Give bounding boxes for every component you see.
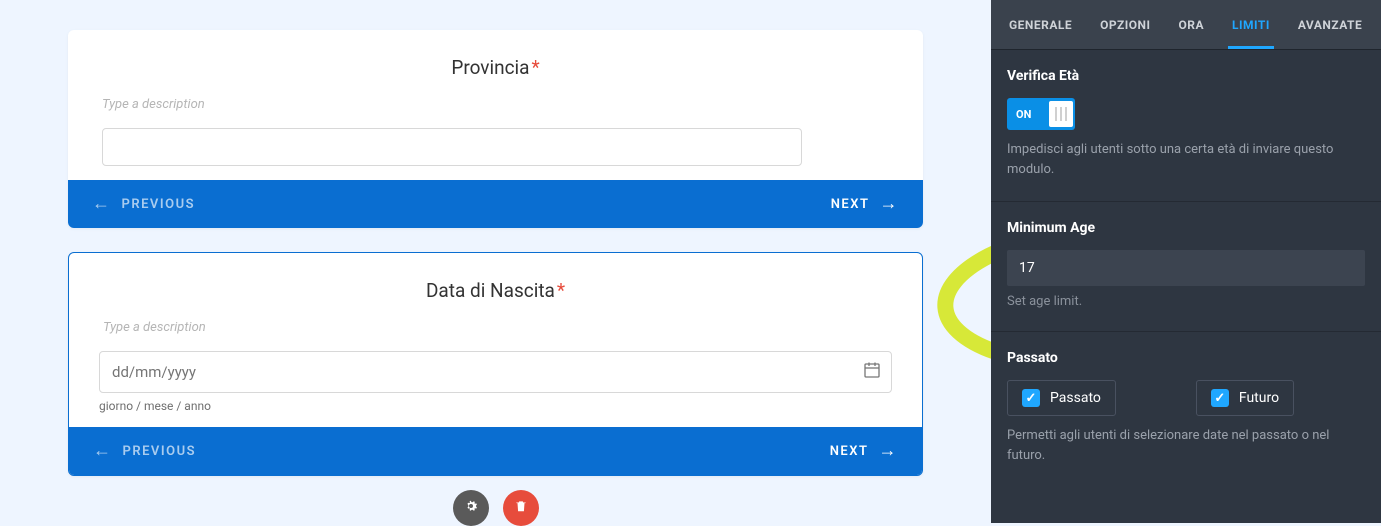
section-passato: Passato ✓ Passato ✓ Futuro Permetti agli… bbox=[991, 332, 1381, 487]
delete-button[interactable] bbox=[503, 490, 539, 526]
card-actions bbox=[0, 490, 991, 526]
section-sub: Set age limit. bbox=[1007, 294, 1365, 309]
check-label: Futuro bbox=[1239, 390, 1279, 406]
checkbox-checked-icon: ✓ bbox=[1022, 389, 1040, 407]
section-help: Impedisci agli utenti sotto una certa et… bbox=[1007, 140, 1365, 179]
settings-button[interactable] bbox=[453, 490, 489, 526]
provincia-input[interactable] bbox=[102, 128, 802, 166]
card-title: Provincia* bbox=[98, 56, 893, 79]
checkbox-checked-icon: ✓ bbox=[1211, 389, 1229, 407]
trash-icon bbox=[514, 499, 528, 517]
section-verifica-eta: Verifica Età ON Impedisci agli utenti so… bbox=[991, 50, 1381, 202]
age-verification-toggle[interactable]: ON bbox=[1007, 98, 1075, 130]
tab-generale[interactable]: GENERALE bbox=[995, 0, 1086, 49]
check-futuro[interactable]: ✓ Futuro bbox=[1196, 380, 1294, 416]
date-format-hint: giorno / mese / anno bbox=[99, 399, 892, 413]
arrow-left-icon: ← bbox=[92, 195, 112, 213]
section-title: Verifica Età bbox=[1007, 68, 1365, 84]
previous-label: PREVIOUS bbox=[123, 444, 197, 459]
card-provincia[interactable]: Provincia* Type a description ← PREVIOUS… bbox=[68, 30, 923, 228]
check-label: Passato bbox=[1050, 390, 1101, 406]
previous-button[interactable]: ← PREVIOUS bbox=[92, 195, 195, 213]
check-passato[interactable]: ✓ Passato bbox=[1007, 380, 1116, 416]
date-range-checks: ✓ Passato ✓ Futuro bbox=[1007, 380, 1365, 416]
arrow-right-icon: → bbox=[879, 442, 899, 460]
section-title: Passato bbox=[1007, 350, 1365, 366]
required-star: * bbox=[531, 56, 539, 79]
toggle-knob-icon bbox=[1049, 101, 1073, 127]
calendar-icon[interactable] bbox=[864, 362, 880, 382]
card-title: Data di Nascita* bbox=[99, 279, 892, 302]
section-minimum-age: Minimum Age Set age limit. bbox=[991, 202, 1381, 332]
required-star: * bbox=[557, 279, 565, 302]
card-title-text: Data di Nascita bbox=[426, 279, 555, 302]
form-canvas: Provincia* Type a description ← PREVIOUS… bbox=[0, 0, 991, 523]
minimum-age-input[interactable] bbox=[1007, 250, 1365, 286]
date-input[interactable] bbox=[99, 351, 892, 393]
tab-ora[interactable]: ORA bbox=[1165, 0, 1219, 49]
section-help: Permetti agli utenti di selezionare date… bbox=[1007, 426, 1365, 465]
card-footer: ← PREVIOUS NEXT → bbox=[69, 427, 922, 475]
sidebar-tabs: GENERALE OPZIONI ORA LIMITI AVANZATE bbox=[991, 0, 1381, 50]
next-label: NEXT bbox=[831, 197, 870, 212]
next-button[interactable]: NEXT → bbox=[830, 442, 898, 460]
card-data-nascita[interactable]: Data di Nascita* Type a description gior… bbox=[68, 252, 923, 476]
tab-avanzate[interactable]: AVANZATE bbox=[1284, 0, 1376, 49]
card-title-text: Provincia bbox=[451, 56, 529, 79]
arrow-left-icon: ← bbox=[93, 442, 113, 460]
toggle-on-label: ON bbox=[1009, 108, 1038, 121]
properties-sidebar: GENERALE OPZIONI ORA LIMITI AVANZATE Ver… bbox=[991, 0, 1381, 523]
previous-button[interactable]: ← PREVIOUS bbox=[93, 442, 196, 460]
tab-opzioni[interactable]: OPZIONI bbox=[1086, 0, 1164, 49]
tab-limiti[interactable]: LIMITI bbox=[1218, 0, 1284, 49]
previous-label: PREVIOUS bbox=[122, 197, 196, 212]
section-title: Minimum Age bbox=[1007, 220, 1365, 236]
card-description-placeholder[interactable]: Type a description bbox=[98, 97, 893, 112]
arrow-right-icon: → bbox=[880, 195, 900, 213]
card-footer: ← PREVIOUS NEXT → bbox=[68, 180, 923, 228]
card-description-placeholder[interactable]: Type a description bbox=[99, 320, 892, 335]
next-button[interactable]: NEXT → bbox=[831, 195, 899, 213]
date-input-wrap bbox=[99, 351, 892, 393]
next-label: NEXT bbox=[830, 444, 869, 459]
gear-icon bbox=[463, 498, 479, 518]
